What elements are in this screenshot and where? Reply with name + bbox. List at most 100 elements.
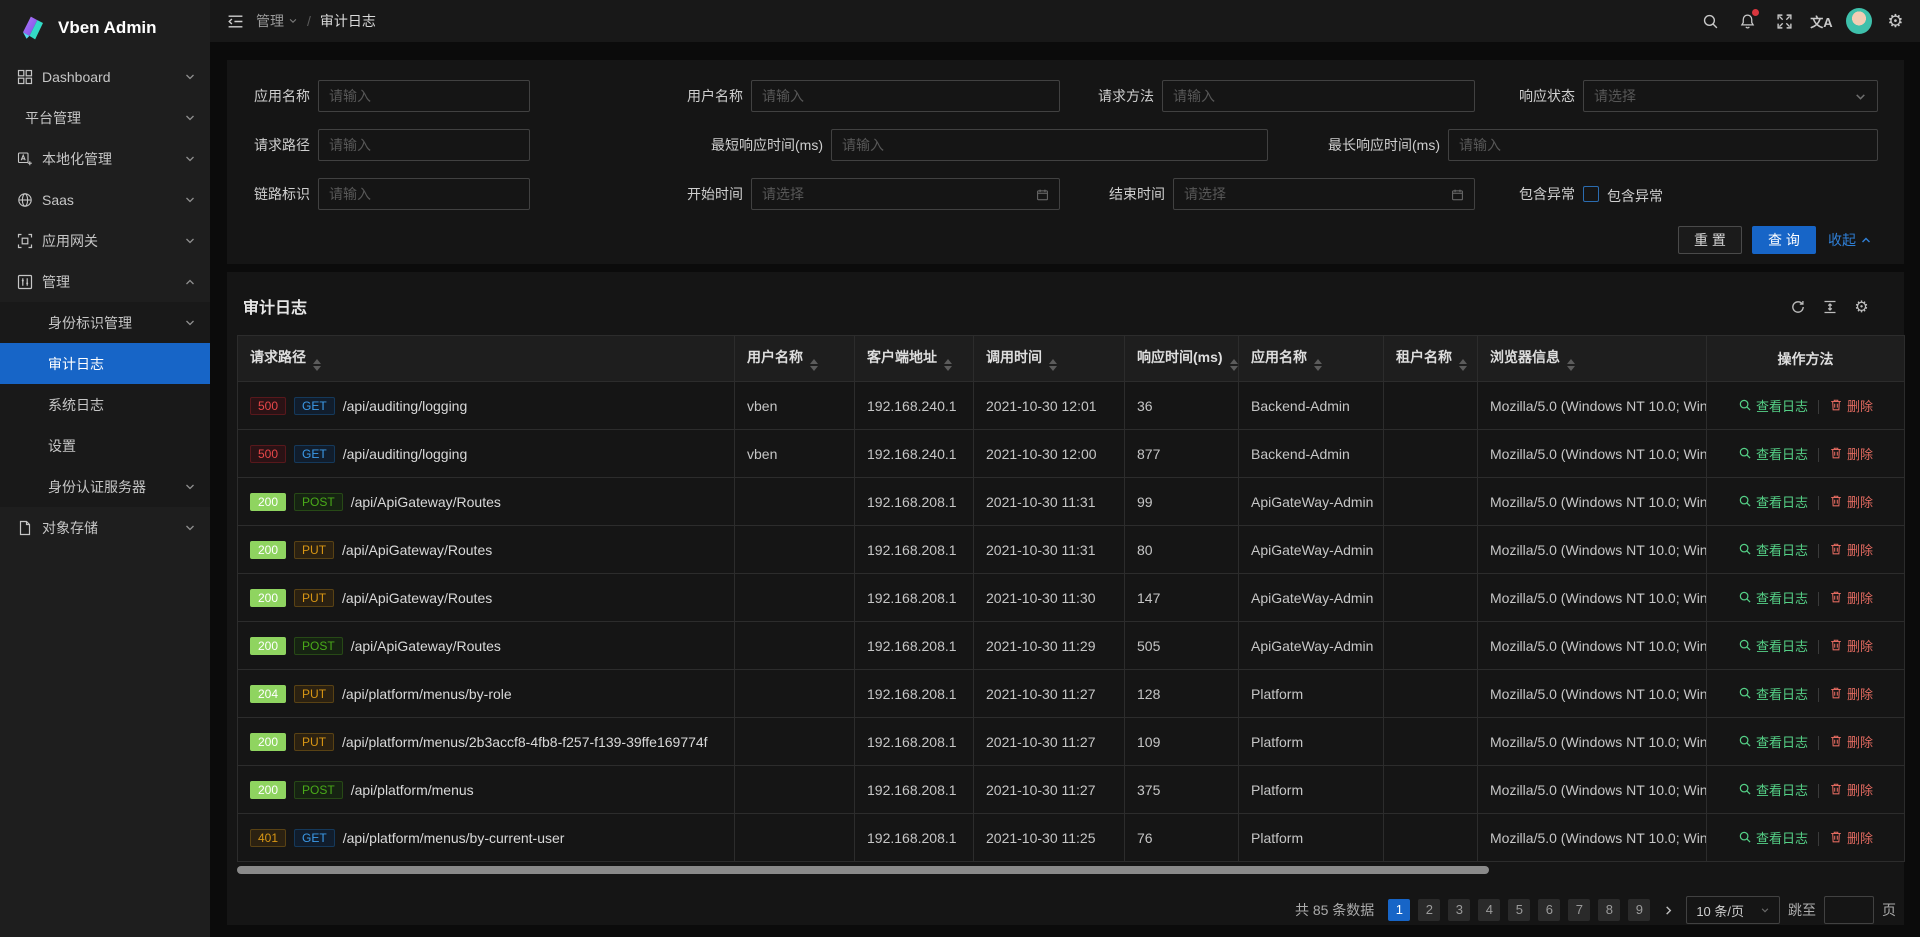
scrollbar-thumb[interactable] <box>237 866 1489 874</box>
exception-checkbox[interactable] <box>1583 186 1599 202</box>
table-row[interactable]: 200POST/api/ApiGateway/Routes 192.168.20… <box>238 478 1905 526</box>
max-response-time-input[interactable] <box>1448 129 1878 161</box>
page-button-8[interactable]: 8 <box>1598 899 1620 921</box>
view-log-button[interactable]: 查看日志 <box>1738 636 1808 655</box>
sidebar-item-platform[interactable]: 平台管理 <box>0 97 210 138</box>
view-log-button[interactable]: 查看日志 <box>1738 732 1808 751</box>
delete-button[interactable]: 删除 <box>1829 780 1873 799</box>
view-log-button[interactable]: 查看日志 <box>1738 540 1808 559</box>
request-method-input[interactable] <box>1162 80 1475 112</box>
page-button-9[interactable]: 9 <box>1628 899 1650 921</box>
column-header-browser[interactable]: 浏览器信息 <box>1478 336 1707 382</box>
cell-app-name: Platform <box>1239 766 1384 814</box>
settings-gear-icon[interactable]: ⚙ <box>1877 0 1914 42</box>
table-row[interactable]: 500GET/api/auditing/logging vben 192.168… <box>238 430 1905 478</box>
row-height-icon[interactable] <box>1821 298 1838 315</box>
sidebar-item-gateway[interactable]: 应用网关 <box>0 220 210 261</box>
delete-button[interactable]: 删除 <box>1829 636 1873 655</box>
method-badge: GET <box>294 397 335 415</box>
delete-button[interactable]: 删除 <box>1829 396 1873 415</box>
view-log-button[interactable]: 查看日志 <box>1738 492 1808 511</box>
min-response-time-input[interactable] <box>831 129 1268 161</box>
table-row[interactable]: 200POST/api/platform/menus 192.168.208.1… <box>238 766 1905 814</box>
table-row[interactable]: 401GET/api/platform/menus/by-current-use… <box>238 814 1905 862</box>
sidebar-item-manage[interactable]: 管理 <box>0 261 210 302</box>
delete-button[interactable]: 删除 <box>1829 684 1873 703</box>
page-button-2[interactable]: 2 <box>1418 899 1440 921</box>
table-settings-gear-icon[interactable]: ⚙ <box>1853 298 1870 315</box>
view-log-button[interactable]: 查看日志 <box>1738 684 1808 703</box>
app-name-input[interactable] <box>318 80 530 112</box>
column-header-tenant[interactable]: 租户名称 <box>1384 336 1478 382</box>
sidebar-item-audit-log[interactable]: 审计日志 <box>0 343 210 384</box>
delete-button[interactable]: 删除 <box>1829 444 1873 463</box>
table-row[interactable]: 200POST/api/ApiGateway/Routes 192.168.20… <box>238 622 1905 670</box>
page-button-5[interactable]: 5 <box>1508 899 1530 921</box>
page-button-3[interactable]: 3 <box>1448 899 1470 921</box>
sidebar-item-auth-server[interactable]: 身份认证服务器 <box>0 466 210 507</box>
request-path-input[interactable] <box>318 129 530 161</box>
view-log-button[interactable]: 查看日志 <box>1738 588 1808 607</box>
cell-browser: Mozilla/5.0 (Windows NT 10.0; Win <box>1478 430 1707 478</box>
delete-button[interactable]: 删除 <box>1829 588 1873 607</box>
sidebar-item-system-log[interactable]: 系统日志 <box>0 384 210 425</box>
table-row[interactable]: 200PUT/api/ApiGateway/Routes 192.168.208… <box>238 574 1905 622</box>
table-row[interactable]: 200PUT/api/platform/menus/2b3accf8-4fb8-… <box>238 718 1905 766</box>
response-status-select[interactable]: 请选择 <box>1583 80 1878 112</box>
table-row[interactable]: 200PUT/api/ApiGateway/Routes 192.168.208… <box>238 526 1905 574</box>
column-header-user[interactable]: 用户名称 <box>735 336 855 382</box>
search-icon[interactable] <box>1692 0 1729 42</box>
page-button-7[interactable]: 7 <box>1568 899 1590 921</box>
gateway-icon <box>17 233 33 249</box>
sidebar-item-settings[interactable]: 设置 <box>0 425 210 466</box>
end-time-picker[interactable]: 请选择 <box>1173 178 1475 210</box>
column-header-time[interactable]: 调用时间 <box>974 336 1125 382</box>
field-label: 开始时间 <box>603 178 743 210</box>
page-size-select[interactable]: 10 条/页 <box>1686 896 1780 924</box>
refresh-icon[interactable] <box>1789 298 1806 315</box>
delete-button[interactable]: 删除 <box>1829 828 1873 847</box>
sidebar-item-localization[interactable]: 本地化管理 <box>0 138 210 179</box>
sidebar-item-identity[interactable]: 身份标识管理 <box>0 302 210 343</box>
column-header-path[interactable]: 请求路径 <box>238 336 735 382</box>
collapse-link[interactable]: 收起 <box>1828 226 1872 254</box>
start-time-picker[interactable]: 请选择 <box>751 178 1060 210</box>
page-button-6[interactable]: 6 <box>1538 899 1560 921</box>
jump-page-input[interactable] <box>1824 896 1874 924</box>
view-log-button[interactable]: 查看日志 <box>1738 444 1808 463</box>
notification-bell-icon[interactable] <box>1729 0 1766 42</box>
app-logo[interactable]: Vben Admin <box>0 0 210 56</box>
next-page-icon[interactable] <box>1658 899 1678 921</box>
delete-button[interactable]: 删除 <box>1829 732 1873 751</box>
trash-icon <box>1829 542 1843 556</box>
view-log-button[interactable]: 查看日志 <box>1738 828 1808 847</box>
cell-user <box>735 478 855 526</box>
trace-id-input[interactable] <box>318 178 530 210</box>
sidebar-item-dashboard[interactable]: Dashboard <box>0 56 210 97</box>
page-button-1[interactable]: 1 <box>1388 899 1410 921</box>
reset-button[interactable]: 重 置 <box>1678 226 1742 254</box>
cell-app-name: ApiGateWay-Admin <box>1239 526 1384 574</box>
column-header-app[interactable]: 应用名称 <box>1239 336 1384 382</box>
page-button-4[interactable]: 4 <box>1478 899 1500 921</box>
delete-button[interactable]: 删除 <box>1829 492 1873 511</box>
cell-app-name: Platform <box>1239 814 1384 862</box>
view-log-button[interactable]: 查看日志 <box>1738 396 1808 415</box>
delete-button[interactable]: 删除 <box>1829 540 1873 559</box>
menu-fold-icon[interactable] <box>218 0 252 42</box>
sidebar-item-saas[interactable]: Saas <box>0 179 210 220</box>
table-row[interactable]: 204PUT/api/platform/menus/by-role 192.16… <box>238 670 1905 718</box>
user-avatar[interactable] <box>1840 0 1877 42</box>
cell-tenant <box>1384 718 1478 766</box>
table-row[interactable]: 500GET/api/auditing/logging vben 192.168… <box>238 382 1905 430</box>
field-label: 链路标识 <box>227 178 310 210</box>
column-header-elapsed[interactable]: 响应时间(ms) <box>1125 336 1239 382</box>
breadcrumb-parent[interactable]: 管理 <box>256 11 298 31</box>
fullscreen-icon[interactable] <box>1766 0 1803 42</box>
column-header-client[interactable]: 客户端地址 <box>855 336 974 382</box>
search-button[interactable]: 查 询 <box>1752 226 1816 254</box>
view-log-button[interactable]: 查看日志 <box>1738 780 1808 799</box>
sidebar-item-object-storage[interactable]: 对象存储 <box>0 507 210 548</box>
request-path: /api/auditing/logging <box>343 398 468 414</box>
translate-icon[interactable]: 文A <box>1803 0 1840 42</box>
